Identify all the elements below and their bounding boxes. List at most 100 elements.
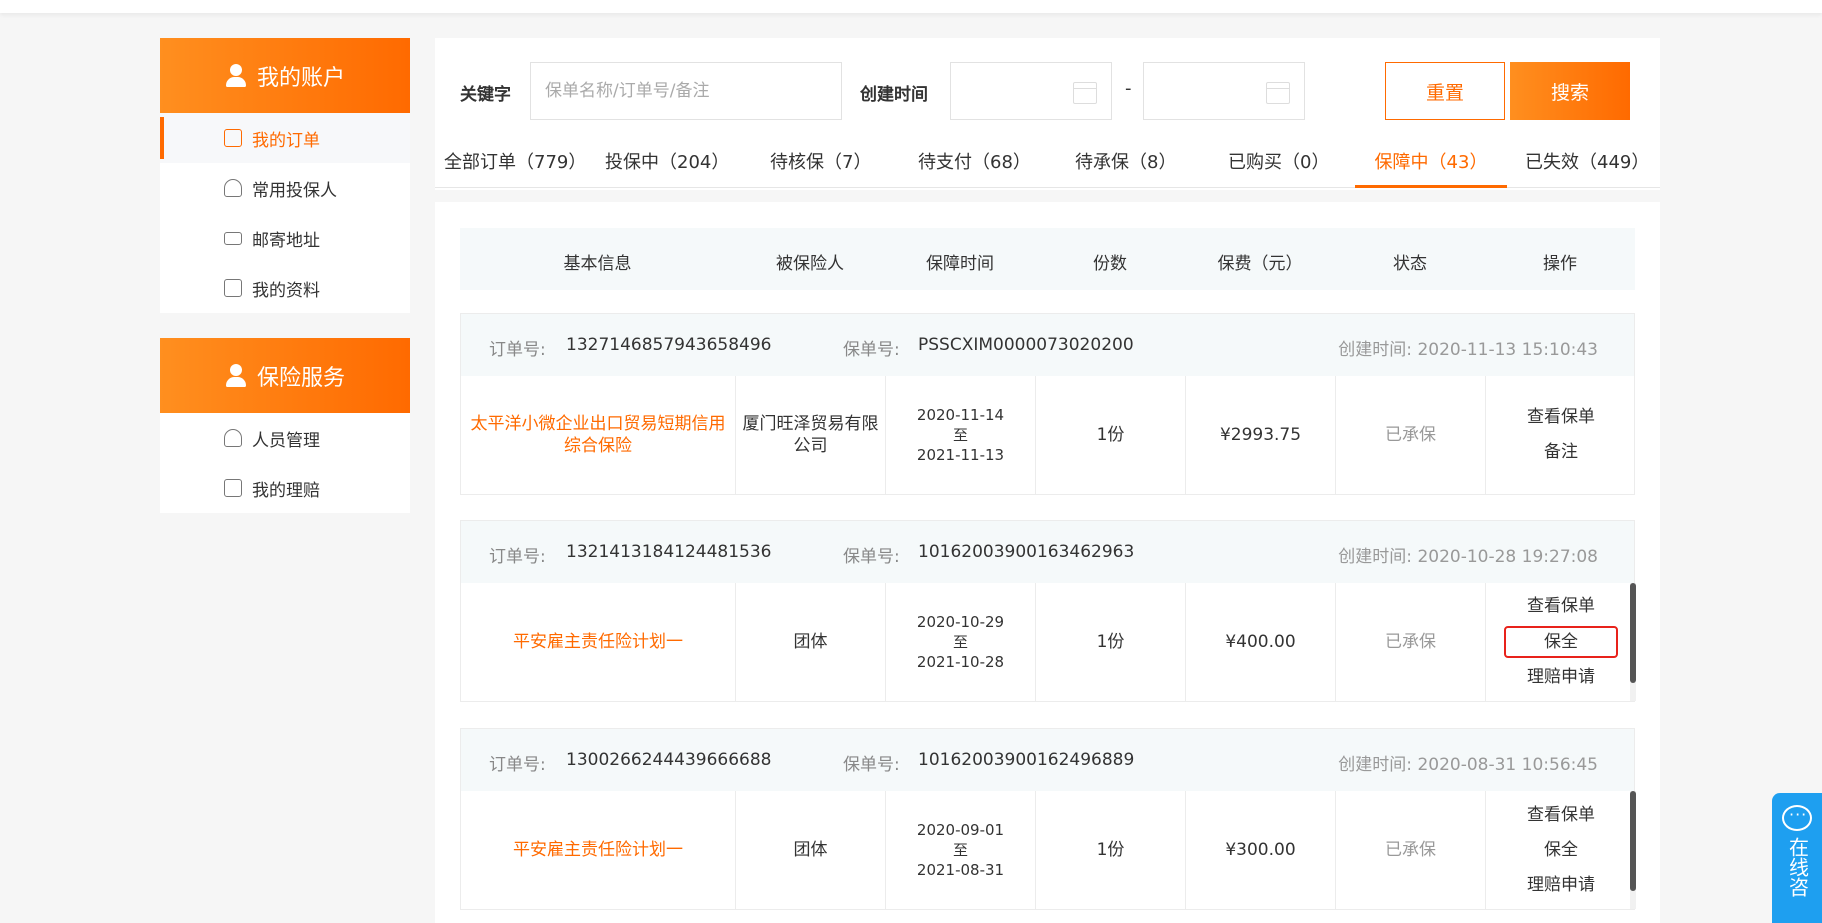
coverage-end: 2021-10-28: [916, 653, 1005, 671]
date-separator: -: [1125, 78, 1132, 99]
keyword-input[interactable]: [530, 62, 842, 120]
tab-all-orders[interactable]: 全部订单（779）: [444, 148, 586, 188]
product-name-link[interactable]: 平安雇主责任险计划一: [461, 583, 736, 701]
tab-pending-underwriting[interactable]: 待承保（8）: [1075, 148, 1176, 188]
person-icon: [224, 429, 242, 447]
reset-button[interactable]: 重置: [1385, 62, 1505, 120]
order-row: 平安雇主责任险计划一 团体 2020-10-29 至 2021-10-28 1份…: [461, 583, 1636, 701]
coverage-start: 2020-10-29: [916, 613, 1005, 631]
coverage-to: 至: [952, 426, 968, 444]
sidebar-item-my-claims[interactable]: 我的理赔: [160, 463, 410, 513]
header-basic-info: 基本信息: [563, 254, 632, 274]
created-time-label: 创建时间:: [1338, 547, 1413, 567]
tab-pending-payment[interactable]: 待支付（68）: [918, 148, 1031, 188]
copies: 1份: [1036, 583, 1186, 701]
order-actions: 查看保单 备注: [1486, 376, 1636, 494]
copies: 1份: [1036, 791, 1186, 909]
service-user-icon: [225, 363, 247, 388]
mail-icon: [224, 231, 242, 245]
created-time: 创建时间: 2020-11-13 15:10:43: [1338, 335, 1598, 360]
start-date-input[interactable]: [950, 62, 1112, 120]
header-actions: 操作: [1543, 254, 1577, 274]
sidebar-item-label: 常用投保人: [252, 180, 337, 201]
service-menu-title: 保险服务: [256, 365, 345, 391]
coverage-period: 2020-09-01 至 2021-08-31: [886, 791, 1036, 909]
status-text: 已承保: [1336, 376, 1486, 494]
order-row: 平安雇主责任险计划一 团体 2020-09-01 至 2021-08-31 1份…: [461, 791, 1636, 909]
policy-no: 10162003900162496889: [918, 750, 1135, 770]
sidebar-item-mailing-address[interactable]: 邮寄地址: [160, 213, 410, 263]
keyword-label: 关键字: [460, 85, 511, 105]
view-policy-link[interactable]: 查看保单: [1489, 798, 1633, 833]
claim-apply-link[interactable]: 理赔申请: [1489, 868, 1633, 903]
header-coverage-period: 保障时间: [926, 254, 994, 274]
online-chat-button[interactable]: 在线咨: [1772, 793, 1822, 923]
user-icon: [225, 63, 247, 88]
product-name-link[interactable]: 平安雇主责任险计划一: [461, 791, 736, 909]
order-no: 1327146857943658496: [566, 335, 772, 355]
tab-pending-review[interactable]: 待核保（7）: [770, 148, 871, 188]
created-time-value: 2020-11-13 15:10:43: [1417, 340, 1598, 360]
product-name-link[interactable]: 太平洋小微企业出口贸易短期信用综合保险: [461, 376, 736, 494]
calendar-icon: [1266, 82, 1290, 104]
calendar-icon: [1073, 82, 1097, 104]
end-date-input[interactable]: [1143, 62, 1305, 120]
endorsement-link[interactable]: 保全: [1504, 626, 1618, 658]
coverage-period: 2020-11-14 至 2021-11-13: [886, 376, 1036, 494]
remark-link[interactable]: 备注: [1506, 435, 1616, 470]
sidebar-item-label: 人员管理: [252, 430, 320, 451]
view-policy-link[interactable]: 查看保单: [1489, 400, 1633, 435]
order-no-label: 订单号:: [489, 547, 546, 567]
header-copies: 份数: [1093, 254, 1127, 274]
coverage-end: 2021-08-31: [916, 861, 1005, 879]
sidebar-item-personnel[interactable]: 人员管理: [160, 413, 410, 463]
premium: ¥400.00: [1186, 583, 1336, 701]
policy-no-label: 保单号:: [843, 340, 900, 360]
created-time: 创建时间: 2020-08-31 10:56:45: [1338, 750, 1598, 775]
account-menu: 我的账户 我的订单 常用投保人 邮寄地址 我的资料: [160, 38, 410, 313]
order-card: 订单号: 1327146857943658496 保单号: PSSCXIM000…: [460, 313, 1635, 495]
account-menu-title: 我的账户: [256, 65, 345, 91]
account-menu-header: 我的账户: [160, 38, 410, 113]
actions-scrollbar[interactable]: [1630, 583, 1636, 701]
tab-purchased[interactable]: 已购买（0）: [1228, 148, 1329, 188]
created-time-label: 创建时间:: [1338, 340, 1413, 360]
insured-name: 厦门旺泽贸易有限公司: [736, 376, 886, 494]
sidebar-item-label: 我的资料: [252, 280, 320, 301]
premium: ¥2993.75: [1186, 376, 1336, 494]
created-time-value: 2020-08-31 10:56:45: [1417, 755, 1598, 775]
created-time-value: 2020-10-28 19:27:08: [1417, 547, 1598, 567]
coverage-end: 2021-11-13: [916, 446, 1005, 464]
status-text: 已承保: [1336, 583, 1486, 701]
policy-no-label: 保单号:: [843, 755, 900, 775]
view-policy-link[interactable]: 查看保单: [1489, 589, 1633, 624]
sidebar-item-my-profile[interactable]: 我的资料: [160, 263, 410, 313]
order-panel: 关键字 创建时间 - 重置 搜索 全部订单（779） 投保中（204） 待核保（…: [435, 38, 1660, 923]
order-no: 1300266244439666688: [566, 750, 772, 770]
search-button[interactable]: 搜索: [1510, 62, 1630, 120]
sidebar-item-my-orders[interactable]: 我的订单: [160, 113, 410, 163]
claim-apply-link[interactable]: 理赔申请: [1489, 660, 1633, 695]
search-bar: 关键字 创建时间 - 重置 搜索: [435, 62, 1660, 120]
person-icon: [224, 179, 242, 197]
coverage-to: 至: [952, 633, 968, 651]
table-header: 基本信息 被保险人 保障时间 份数 保费（元） 状态 操作: [460, 228, 1635, 290]
policy-no-label: 保单号:: [843, 547, 900, 567]
insured-name: 团体: [736, 791, 886, 909]
tab-expired[interactable]: 已失效（449）: [1525, 148, 1649, 188]
header-insured: 被保险人: [776, 254, 844, 274]
tab-in-coverage[interactable]: 保障中（43）: [1355, 148, 1507, 188]
sidebar-item-label: 邮寄地址: [252, 230, 320, 251]
coverage-start: 2020-09-01: [916, 821, 1005, 839]
created-time-label: 创建时间:: [1338, 755, 1413, 775]
created-time-label: 创建时间: [860, 85, 928, 105]
order-actions: 查看保单 保全 理赔申请: [1486, 791, 1636, 909]
service-menu: 保险服务 人员管理 我的理赔: [160, 338, 410, 513]
sidebar-item-policyholders[interactable]: 常用投保人: [160, 163, 410, 213]
order-no: 1321413184124481536: [566, 542, 772, 562]
order-no-label: 订单号:: [489, 755, 546, 775]
tab-applying[interactable]: 投保中（204）: [605, 148, 729, 188]
created-time: 创建时间: 2020-10-28 19:27:08: [1338, 542, 1598, 567]
endorsement-link[interactable]: 保全: [1506, 833, 1616, 868]
actions-scrollbar[interactable]: [1630, 791, 1636, 909]
